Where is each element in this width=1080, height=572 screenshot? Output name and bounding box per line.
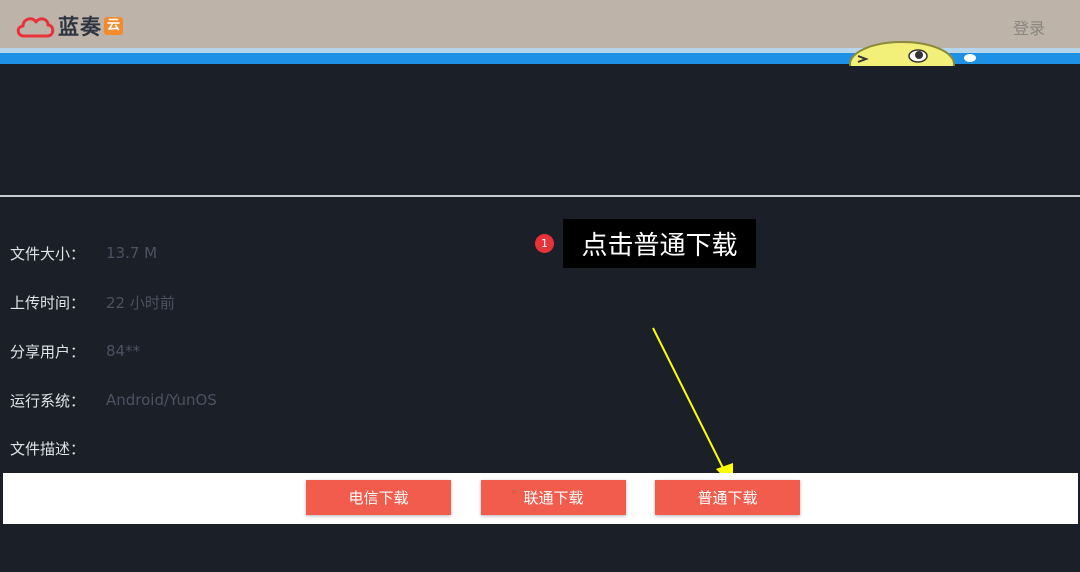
info-row-os: 运行系统： Android/YunOS — [10, 389, 217, 411]
annotation-callout: 点击普通下载 — [563, 219, 756, 268]
normal-download-button[interactable]: 普通下载 — [655, 480, 800, 515]
unicom-download-button[interactable]: 联通下载 — [481, 480, 626, 515]
info-value: Android/YunOS — [106, 391, 217, 409]
cloud-logo-icon — [16, 17, 55, 38]
info-value: 84** — [106, 342, 141, 360]
info-row-sharer: 分享用户： 84** — [10, 340, 140, 362]
info-label: 分享用户： — [10, 342, 86, 361]
info-value: 13.7 M — [106, 244, 158, 262]
logo-text: 蓝奏 — [58, 15, 102, 39]
logo[interactable]: 蓝奏 云 — [14, 10, 124, 42]
telecom-download-button[interactable]: 电信下载 — [306, 480, 451, 515]
mascot-illustration — [846, 36, 986, 66]
info-row-size: 文件大小： 13.7 M — [10, 242, 157, 264]
info-row-upload-time: 上传时间： 22 小时前 — [10, 291, 175, 313]
info-value: 22 小时前 — [106, 293, 175, 312]
login-link[interactable]: 登录 — [1013, 15, 1045, 39]
logo-badge: 云 — [104, 17, 124, 35]
info-label: 文件描述： — [10, 439, 86, 458]
step-number-badge: 1 — [535, 234, 554, 253]
content-divider — [0, 195, 1080, 197]
info-label: 文件大小： — [10, 244, 86, 263]
info-row-description: 文件描述： — [10, 437, 106, 459]
info-label: 运行系统： — [10, 391, 86, 410]
info-label: 上传时间： — [10, 293, 86, 312]
